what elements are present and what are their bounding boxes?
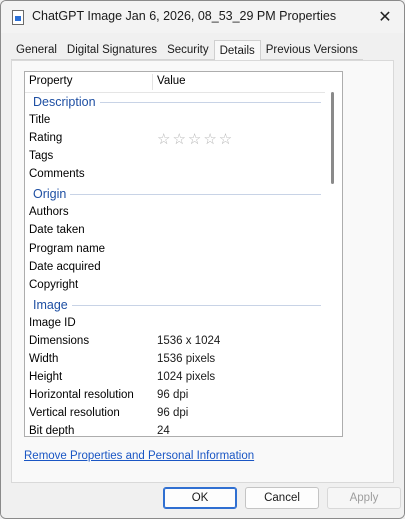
group-label: Description xyxy=(33,95,100,109)
ok-button[interactable]: OK xyxy=(163,487,237,509)
property-name: Authors xyxy=(29,206,69,219)
group-header-description: Description xyxy=(25,92,325,112)
property-value[interactable]: 96 dpi xyxy=(157,389,188,401)
property-name: Width xyxy=(29,353,59,366)
rating-stars[interactable]: ☆☆☆☆☆ xyxy=(157,130,234,148)
list-item[interactable]: Tags xyxy=(25,148,325,166)
property-name: Copyright xyxy=(29,278,79,291)
property-name: Date taken xyxy=(29,224,85,237)
property-name: Date acquired xyxy=(29,260,101,273)
property-name: Bit depth xyxy=(29,425,75,437)
property-name: Program name xyxy=(29,242,106,255)
property-name: Image ID xyxy=(29,316,76,329)
property-value[interactable]: 96 dpi xyxy=(157,407,188,419)
properties-list[interactable]: Property Value Description Title Rating ☆… xyxy=(24,71,343,437)
list-item[interactable]: Comments xyxy=(25,166,325,184)
list-item[interactable]: Copyright xyxy=(25,277,325,295)
list-item[interactable]: Dimensions 1536 x 1024 xyxy=(25,333,325,351)
title-bar: ChatGPT Image Jan 6, 2026, 08_53_29 PM P… xyxy=(1,1,404,33)
list-item[interactable]: Date taken xyxy=(25,222,325,240)
property-name: Dimensions xyxy=(29,334,90,347)
list-item[interactable]: Authors xyxy=(25,204,325,222)
list-item[interactable]: Height 1024 pixels xyxy=(25,369,325,387)
list-item[interactable]: Program name xyxy=(25,241,325,259)
tab-strip: General Digital Signatures Security Deta… xyxy=(11,40,394,61)
details-panel: Property Value Description Title Rating ☆… xyxy=(11,60,394,483)
property-name: Title xyxy=(29,114,51,126)
group-header-origin: Origin xyxy=(25,184,325,204)
property-name: Horizontal resolution xyxy=(29,389,134,402)
list-header: Property Value xyxy=(25,72,325,93)
group-header-image: Image xyxy=(25,295,325,315)
list-item[interactable]: Vertical resolution 96 dpi xyxy=(25,405,325,423)
group-label: Origin xyxy=(33,187,71,202)
list-rows: Description Title Rating ☆☆☆☆☆ Tags Comme… xyxy=(25,92,325,437)
column-header-property[interactable]: Property xyxy=(29,75,72,87)
list-item[interactable]: Image ID xyxy=(25,315,325,333)
apply-button[interactable]: Apply xyxy=(327,487,401,509)
cancel-button[interactable]: Cancel xyxy=(245,487,319,509)
dialog-footer: OK Cancel Apply xyxy=(1,483,404,518)
properties-dialog: ChatGPT Image Jan 6, 2026, 08_53_29 PM P… xyxy=(0,0,405,519)
property-value[interactable]: 1536 x 1024 xyxy=(157,335,220,347)
list-item[interactable]: Horizontal resolution 96 dpi xyxy=(25,387,325,405)
property-name: Height xyxy=(29,371,63,384)
window-title: ChatGPT Image Jan 6, 2026, 08_53_29 PM P… xyxy=(32,9,337,23)
property-value[interactable]: 1024 pixels xyxy=(157,371,215,383)
close-icon: ✕ xyxy=(378,9,392,26)
list-item[interactable]: Date acquired xyxy=(25,259,325,277)
group-label: Image xyxy=(33,297,72,312)
column-divider[interactable] xyxy=(152,74,153,90)
vertical-scrollbar[interactable] xyxy=(324,72,342,436)
property-name: Comments xyxy=(29,168,85,181)
property-name: Rating xyxy=(29,132,63,145)
tab-general[interactable]: General xyxy=(11,42,62,60)
property-value[interactable]: 24 xyxy=(157,425,170,436)
property-name: Tags xyxy=(29,150,54,163)
file-icon xyxy=(12,10,24,25)
tab-previous-versions[interactable]: Previous Versions xyxy=(260,42,363,60)
list-item[interactable]: Rating ☆☆☆☆☆ xyxy=(25,130,325,148)
tab-digital-signatures[interactable]: Digital Signatures xyxy=(61,42,163,60)
close-button[interactable]: ✕ xyxy=(366,1,404,33)
property-value[interactable]: 1536 pixels xyxy=(157,353,215,365)
list-item[interactable]: Title xyxy=(25,112,325,130)
column-header-value[interactable]: Value xyxy=(157,75,186,87)
remove-properties-link[interactable]: Remove Properties and Personal Informati… xyxy=(24,450,254,462)
list-item[interactable]: Width 1536 pixels xyxy=(25,351,325,369)
scrollbar-thumb[interactable] xyxy=(331,92,334,184)
group-divider xyxy=(33,194,321,196)
property-name: Vertical resolution xyxy=(29,407,120,420)
tab-details[interactable]: Details xyxy=(213,40,261,61)
group-divider xyxy=(33,304,321,306)
tab-security[interactable]: Security xyxy=(162,42,214,60)
list-item[interactable]: Bit depth 24 xyxy=(25,423,325,437)
